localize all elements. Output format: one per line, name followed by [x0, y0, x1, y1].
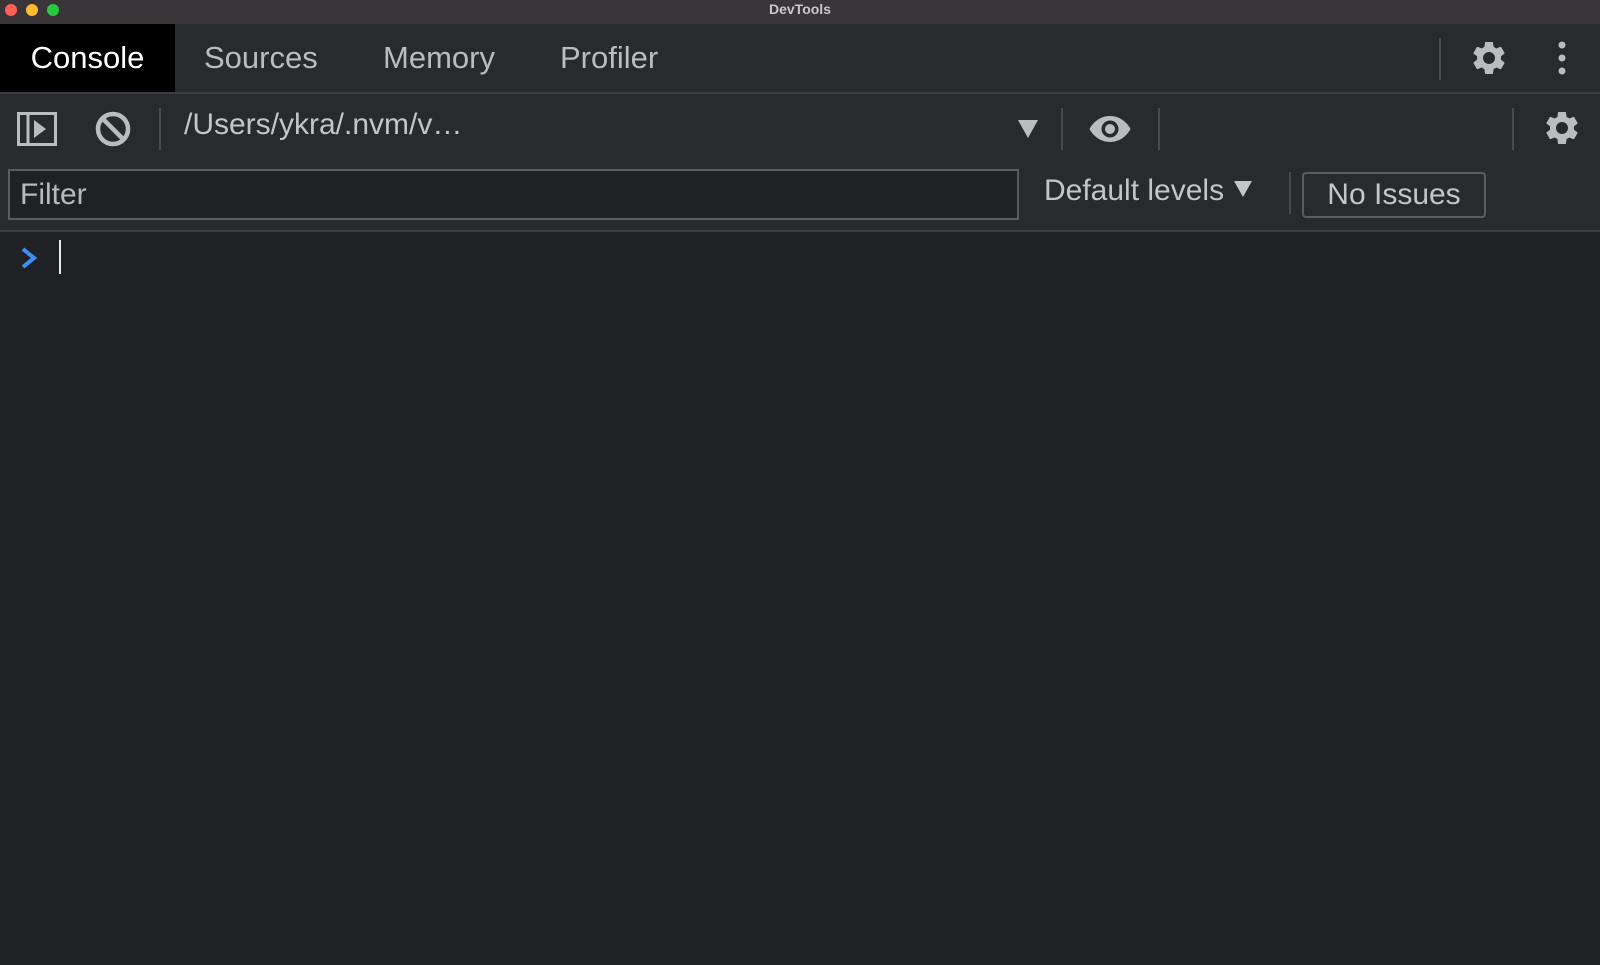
javascript-context-selector[interactable]: /Users/ykra/.nvm/v… [184, 108, 462, 142]
console-output-area[interactable] [0, 232, 1600, 965]
console-prompt-caret[interactable] [59, 240, 61, 274]
window-title: DevTools [769, 1, 831, 17]
create-live-expression-button[interactable] [1086, 108, 1134, 150]
context-dropdown-button[interactable] [1014, 116, 1042, 142]
log-levels-dropdown[interactable]: Default levels [1044, 174, 1253, 208]
more-options-button[interactable] [1546, 36, 1578, 80]
eye-icon [1089, 116, 1131, 142]
issues-button[interactable]: No Issues [1302, 172, 1486, 218]
triangle-down-icon [1234, 181, 1253, 198]
triangle-down-icon [1018, 120, 1038, 138]
tabbar-divider [1439, 38, 1441, 80]
gear-icon [1473, 41, 1505, 74]
kebab-menu-icon [1558, 41, 1566, 75]
tab-profiler[interactable]: Profiler [560, 24, 658, 92]
filterbar-divider [1289, 172, 1291, 214]
log-levels-label: Default levels [1044, 174, 1225, 207]
chevron-right-icon [21, 247, 38, 269]
toggle-sidebar-button[interactable] [16, 108, 58, 150]
console-settings-button[interactable] [1540, 106, 1584, 150]
tab-console[interactable]: Console [0, 24, 175, 92]
title-bar: DevTools [0, 0, 1600, 24]
tab-sources[interactable]: Sources [204, 24, 318, 92]
toolbar-divider [1061, 108, 1063, 150]
console-filter-bar: Default levels No Issues [0, 164, 1600, 232]
console-toolbar: /Users/ykra/.nvm/v… [0, 94, 1600, 164]
sidebar-play-icon [17, 112, 57, 146]
clear-console-button[interactable] [92, 108, 134, 150]
toolbar-divider [159, 108, 161, 150]
toolbar-divider [1512, 108, 1514, 150]
devtools-window: DevTools Console Sources Memory Profiler [0, 0, 1600, 965]
toolbar-divider [1158, 108, 1160, 150]
gear-icon [1546, 111, 1578, 144]
panel-tab-bar: Console Sources Memory Profiler [0, 24, 1600, 94]
devtools-settings-button[interactable] [1467, 36, 1511, 80]
filter-input[interactable] [8, 169, 1019, 220]
block-icon [95, 111, 131, 147]
tab-memory[interactable]: Memory [383, 24, 495, 92]
